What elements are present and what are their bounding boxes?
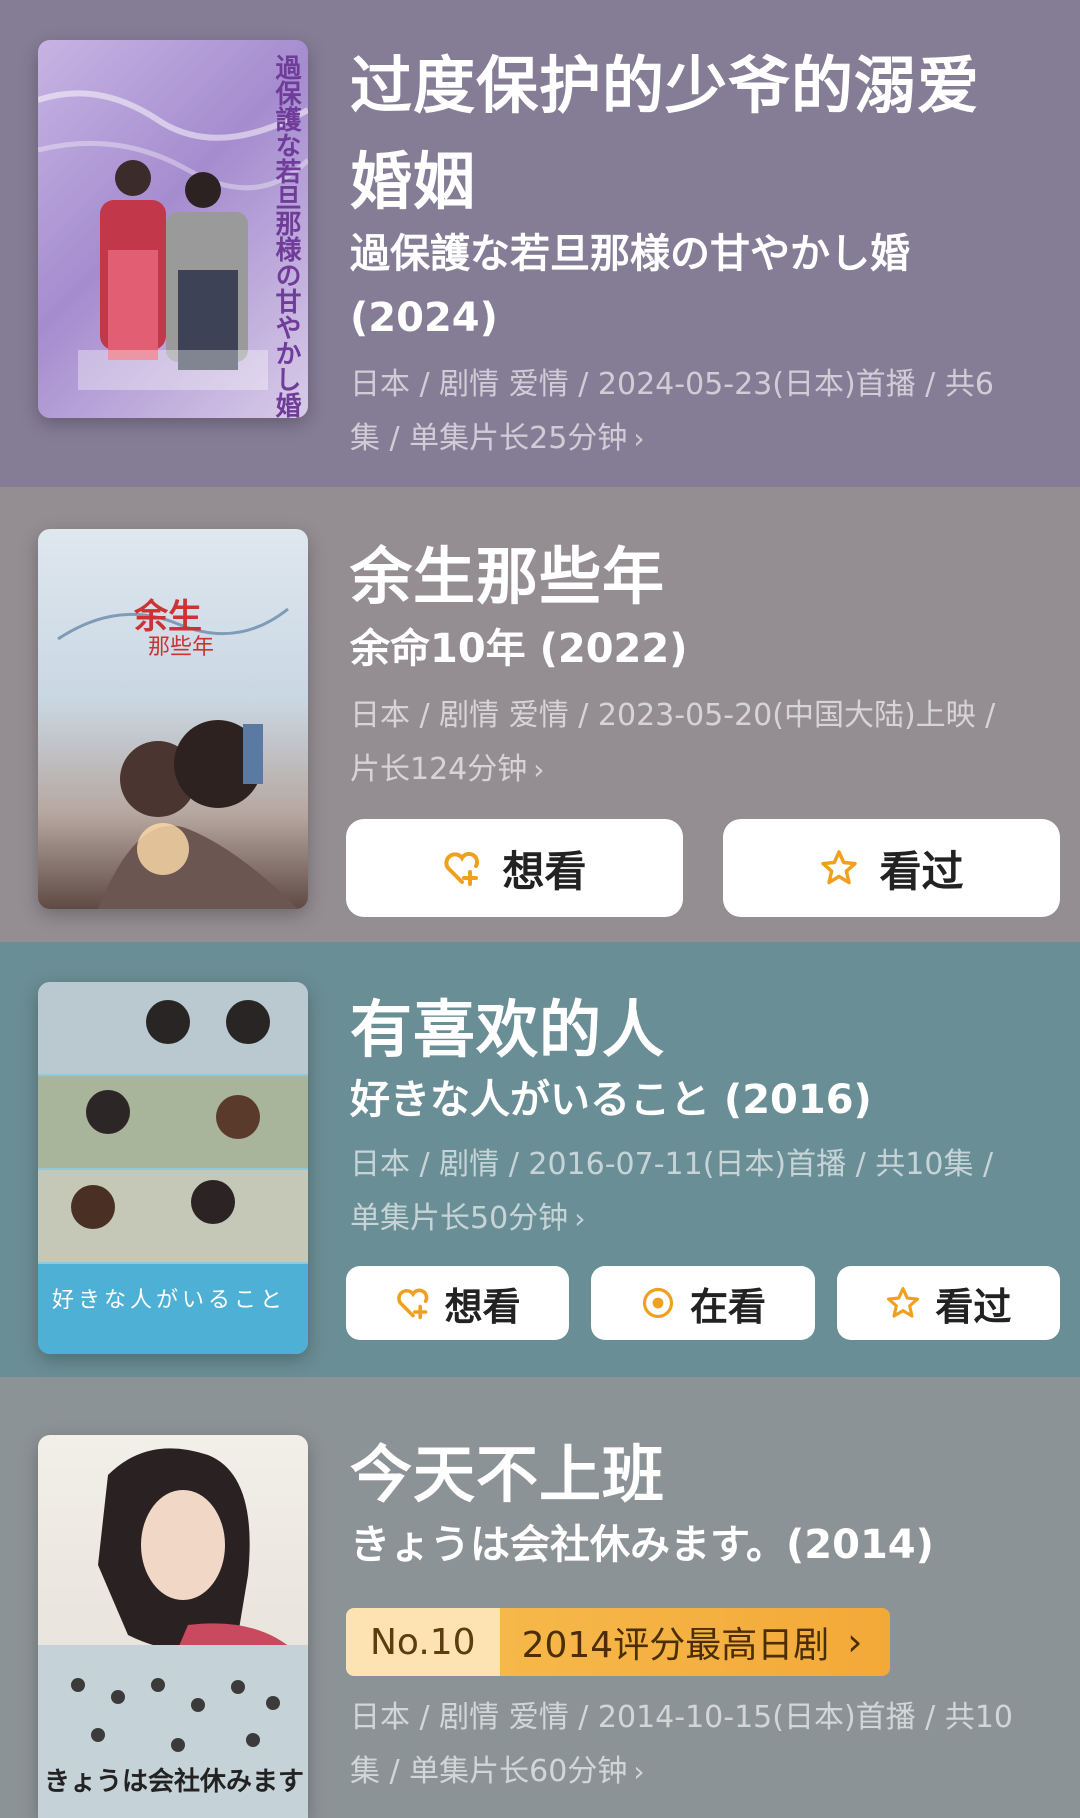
drama-title-cn: 过度保护的少爷的溺爱	[350, 49, 981, 122]
drama-meta-line2[interactable]: 片长124分钟 ›	[350, 743, 1060, 797]
drama-meta-line2[interactable]: 单集片长50分钟 ›	[350, 1192, 1060, 1246]
watched-label: 看过	[879, 846, 964, 896]
poster-title-text: 過保護な若旦那様の甘やかし婚	[271, 54, 301, 418]
want-to-watch-button[interactable]: 想看	[346, 819, 683, 917]
drama-title-original: 過保護な若旦那様の甘やかし婚	[350, 231, 910, 277]
drama-title-cn: 今天不上班	[350, 1438, 666, 1511]
drama-meta-text: 集 / 单集片长25分钟	[350, 421, 628, 456]
poster-image[interactable]: 好きな人がいること	[38, 982, 308, 1354]
poster-subtitle-text: 那些年	[148, 635, 215, 660]
watching-label: 在看	[689, 1284, 766, 1329]
chevron-right-icon: ›	[574, 1202, 586, 1235]
drama-card-1[interactable]: 過保護な若旦那様の甘やかし婚 过度保护的少爷的溺爱 婚姻 過保護な若旦那様の甘や…	[0, 0, 1080, 487]
want-to-watch-button[interactable]: 想看	[346, 1266, 570, 1340]
heart-plus-icon	[444, 851, 480, 886]
want-to-watch-label: 想看	[502, 846, 587, 896]
drama-card-4[interactable]: きょうは会社休みます 今天不上班 きょうは会社休みます。(2014) No.10…	[0, 1377, 1080, 1818]
drama-meta-text: 集 / 单集片长60分钟	[350, 1754, 628, 1789]
drama-card-3[interactable]: 好きな人がいること 有喜欢的人 好きな人がいること (2016) 日本 / 剧情…	[0, 942, 1080, 1377]
drama-meta-line1: 日本 / 剧情 / 2016-07-11(日本)首播 / 共10集 /	[350, 1147, 994, 1182]
drama-title-cn: 余生那些年	[350, 540, 666, 613]
rank-list-label: 2014评分最高日剧	[521, 1625, 830, 1666]
drama-info: 今天不上班 きょうは会社休みます。(2014)	[350, 1427, 1060, 1577]
drama-card-2[interactable]: 余生 那些年 余生那些年 余命10年 (2022) 日本 / 剧情 爱情 / 2…	[0, 487, 1080, 942]
poster-title-text: きょうは会社休みます	[44, 1767, 305, 1797]
watched-label: 看过	[935, 1284, 1012, 1329]
ranking-badge[interactable]: No.10 2014评分最高日剧 ›	[346, 1608, 891, 1676]
chevron-right-icon: ›	[633, 422, 645, 455]
poster-title-text: 好きな人がいること	[52, 1288, 287, 1313]
drama-title-cn-line2: 婚姻	[350, 145, 477, 218]
poster-image[interactable]: きょうは会社休みます	[38, 1435, 308, 1818]
action-buttons: 想看 看过	[346, 819, 1060, 917]
drama-info: 有喜欢的人 好きな人がいること (2016) 日本 / 剧情 / 2016-07…	[350, 982, 1060, 1246]
drama-meta: 日本 / 剧情 爱情 / 2014-10-15(日本)首播 / 共10 集 / …	[350, 1691, 1060, 1799]
poster-image[interactable]: 余生 那些年	[38, 529, 308, 909]
star-icon	[887, 1287, 920, 1318]
drama-title-cn: 有喜欢的人	[350, 993, 666, 1066]
rank-list-link: 2014评分最高日剧 ›	[499, 1608, 891, 1676]
drama-meta-line1: 日本 / 剧情 爱情 / 2023-05-20(中国大陆)上映 /	[350, 698, 996, 733]
drama-meta-text: 单集片长50分钟	[350, 1201, 569, 1236]
chevron-right-icon: ›	[633, 1755, 645, 1788]
drama-meta-line2[interactable]: 集 / 单集片长60分钟 ›	[350, 1745, 1060, 1799]
drama-meta-line2[interactable]: 集 / 单集片长25分钟 ›	[350, 412, 1060, 466]
drama-year: (2024)	[350, 295, 498, 341]
watching-button[interactable]: 在看	[591, 1266, 815, 1340]
target-circle-icon	[642, 1287, 674, 1319]
want-to-watch-label: 想看	[444, 1284, 521, 1329]
rank-number: No.10	[346, 1608, 500, 1676]
drama-title-original: 余命10年 (2022)	[350, 626, 688, 672]
drama-meta-line1: 日本 / 剧情 爱情 / 2014-10-15(日本)首播 / 共10	[350, 1700, 1014, 1735]
drama-title-original: 好きな人がいること (2016)	[350, 1077, 872, 1123]
star-icon	[821, 850, 858, 885]
drama-meta-line1: 日本 / 剧情 爱情 / 2024-05-23(日本)首播 / 共6	[350, 367, 994, 402]
drama-title-original: きょうは会社休みます。(2014)	[350, 1522, 934, 1568]
heart-plus-icon	[396, 1288, 428, 1320]
drama-meta-text: 片长124分钟	[350, 752, 528, 787]
watched-button[interactable]: 看过	[836, 1266, 1060, 1340]
poster-illustration	[57, 607, 298, 909]
watched-button[interactable]: 看过	[723, 819, 1060, 917]
chevron-right-icon: ›	[847, 1620, 863, 1664]
drama-info: 过度保护的少爷的溺爱 婚姻 過保護な若旦那様の甘やかし婚 (2024) 日本 /…	[350, 38, 1060, 466]
action-buttons: 想看 在看 看过	[346, 1266, 1060, 1340]
poster-image[interactable]: 過保護な若旦那様の甘やかし婚	[38, 40, 308, 418]
drama-info: 余生那些年 余命10年 (2022) 日本 / 剧情 爱情 / 2023-05-…	[350, 529, 1060, 797]
chevron-right-icon: ›	[533, 753, 545, 786]
